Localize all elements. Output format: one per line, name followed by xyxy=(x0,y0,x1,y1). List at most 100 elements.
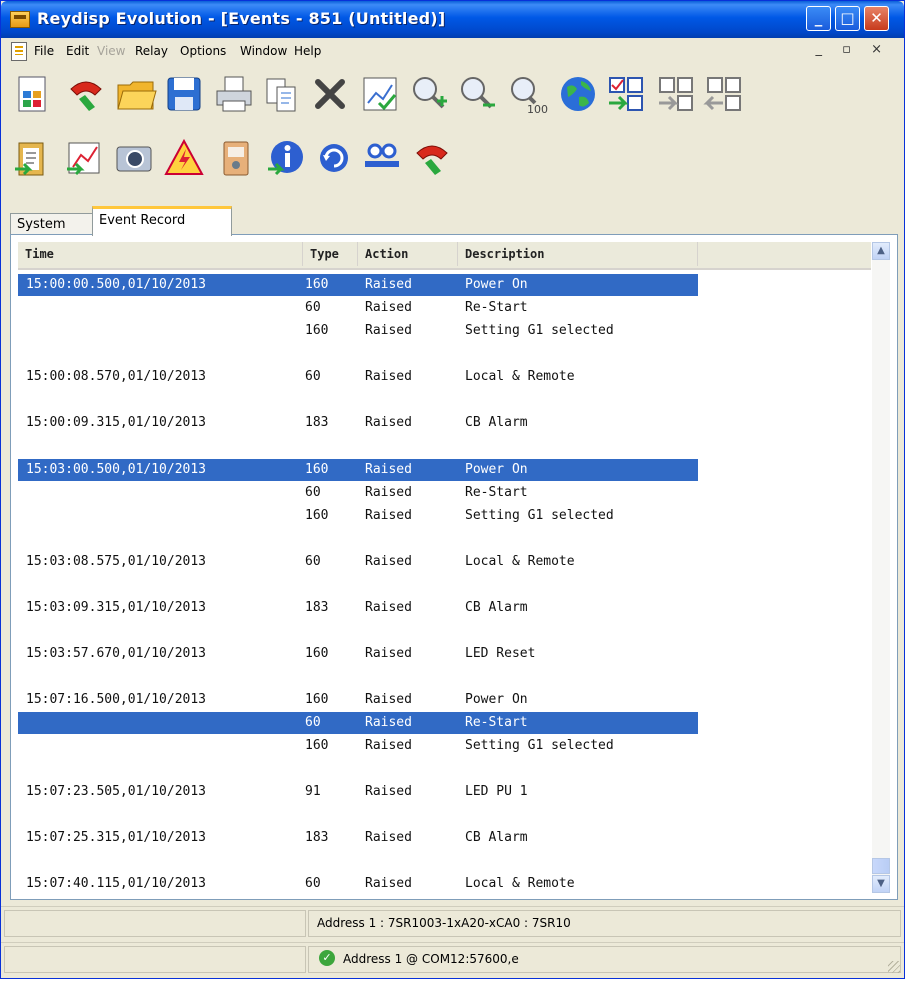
scroll-up-button[interactable]: ▲ xyxy=(872,242,890,260)
table-row[interactable]: 15:00:00.500,01/10/2013 160 Raised Power On xyxy=(18,274,698,296)
save-icon[interactable] xyxy=(163,73,205,115)
tab-system[interactable]: System xyxy=(10,213,93,235)
cell-description: Setting G1 selected xyxy=(465,323,614,338)
cell-action: Raised xyxy=(365,784,412,799)
cell-description: Power On xyxy=(465,462,528,477)
table-row[interactable]: 160 Raised Setting G1 selected xyxy=(18,735,698,757)
column-header-action[interactable]: Action xyxy=(358,242,458,266)
cell-action: Raised xyxy=(365,715,412,730)
column-header-time[interactable]: Time xyxy=(18,242,303,266)
column-header-description[interactable]: Description xyxy=(458,242,698,266)
menu-help[interactable]: Help xyxy=(294,44,321,58)
status-pane-empty xyxy=(4,946,306,973)
table-row[interactable]: 160 Raised Setting G1 selected xyxy=(18,505,698,527)
cell-time: 15:07:40.115,01/10/2013 xyxy=(26,876,207,891)
camera-icon[interactable] xyxy=(113,137,155,179)
document-icon[interactable] xyxy=(11,42,27,61)
zoom-in-icon[interactable] xyxy=(409,73,451,115)
cell-type: 60 xyxy=(305,715,321,730)
connect-phone-icon[interactable] xyxy=(411,137,453,179)
cell-time: 15:03:00.500,01/10/2013 xyxy=(26,462,207,477)
meter-icon[interactable] xyxy=(215,137,257,179)
cell-type: 160 xyxy=(305,277,329,292)
resize-grip-icon[interactable] xyxy=(888,961,900,973)
copy-icon[interactable] xyxy=(261,73,303,115)
cell-action: Raised xyxy=(365,485,412,500)
refresh-icon[interactable] xyxy=(313,137,355,179)
table-row[interactable]: 15:07:16.500,01/10/2013 160 Raised Power On xyxy=(18,689,698,711)
users-icon[interactable] xyxy=(361,137,403,179)
cell-time: 15:03:09.315,01/10/2013 xyxy=(26,600,207,615)
table-row[interactable]: 60 Raised Re-Start xyxy=(18,297,698,319)
open-folder-icon[interactable] xyxy=(115,73,157,115)
app-icon[interactable] xyxy=(10,11,30,28)
cell-type: 91 xyxy=(305,784,321,799)
warning-icon[interactable] xyxy=(163,137,205,179)
close-button[interactable]: ✕ xyxy=(864,6,889,31)
menu-relay[interactable]: Relay xyxy=(135,44,168,58)
cell-description: Setting G1 selected xyxy=(465,738,614,753)
table-row[interactable]: 60 Raised Re-Start xyxy=(18,482,698,504)
chart-icon[interactable] xyxy=(63,137,105,179)
cell-description: LED Reset xyxy=(465,646,536,661)
table-row[interactable]: 15:07:40.115,01/10/2013 60 Raised Local & R… xyxy=(18,873,698,893)
cell-action: Raised xyxy=(365,692,412,707)
cell-description: Local & Remote xyxy=(465,554,575,569)
menu-window[interactable]: Window xyxy=(240,44,287,58)
cell-time: 15:00:00.500,01/10/2013 xyxy=(26,277,207,292)
cell-action: Raised xyxy=(365,300,412,315)
table-row[interactable]: 15:03:09.315,01/10/2013 183 Raised CB Alarm xyxy=(18,597,698,619)
table-row[interactable]: 15:07:25.315,01/10/2013 183 Raised CB Alarm xyxy=(18,827,698,849)
zoom-out-icon[interactable] xyxy=(457,73,499,115)
print-icon[interactable] xyxy=(213,73,255,115)
relay-settings-icon[interactable] xyxy=(11,73,53,115)
cell-type: 183 xyxy=(305,600,329,615)
globe-icon[interactable] xyxy=(557,73,599,115)
grid-receive-icon[interactable] xyxy=(703,73,745,115)
cell-time: 15:00:09.315,01/10/2013 xyxy=(26,415,207,430)
zoom-100-icon[interactable]: 100 xyxy=(507,73,549,116)
grid-send-icon[interactable] xyxy=(655,73,697,115)
disconnect-phone-icon[interactable] xyxy=(65,73,107,115)
minimize-button[interactable]: _ xyxy=(806,6,831,31)
table-row[interactable]: 15:07:23.505,01/10/2013 91 Raised LED PU 1 xyxy=(18,781,698,803)
table-row[interactable]: 60 Raised Re-Start xyxy=(18,712,698,734)
cell-action: Raised xyxy=(365,415,412,430)
app-window: Reydisp Evolution - [Events - 851 (Untit… xyxy=(0,0,905,979)
cell-description: Re-Start xyxy=(465,485,528,500)
cell-time: 15:07:25.315,01/10/2013 xyxy=(26,830,207,845)
table-row[interactable]: 160 Raised Setting G1 selected xyxy=(18,320,698,342)
table-row[interactable]: 15:03:08.575,01/10/2013 60 Raised Local & R… xyxy=(18,551,698,573)
cell-description: Local & Remote xyxy=(465,876,575,891)
svg-text:100: 100 xyxy=(527,103,548,115)
info-icon[interactable] xyxy=(265,137,307,179)
toolbar: 100 xyxy=(1,65,904,207)
cell-type: 60 xyxy=(305,876,321,891)
cell-type: 160 xyxy=(305,323,329,338)
table-header: Time Type Action Description xyxy=(18,242,871,270)
maximize-button[interactable]: □ xyxy=(835,6,860,31)
table-row[interactable]: 15:00:09.315,01/10/2013 183 Raised CB Alarm xyxy=(18,412,698,434)
tab-event-record[interactable]: Event Record xyxy=(92,206,232,236)
connected-check-icon: ✓ xyxy=(319,950,335,966)
title-bar[interactable]: Reydisp Evolution - [Events - 851 (Untit… xyxy=(1,1,904,38)
table-row[interactable]: 15:00:08.570,01/10/2013 60 Raised Local & R… xyxy=(18,366,698,388)
menu-file[interactable]: File xyxy=(34,44,54,58)
grid-check-icon[interactable] xyxy=(605,73,647,115)
scroll-thumb[interactable] xyxy=(872,858,890,874)
delete-icon[interactable] xyxy=(309,73,351,115)
menu-edit[interactable]: Edit xyxy=(66,44,89,58)
scroll-down-button[interactable]: ▼ xyxy=(872,875,890,893)
graph-check-icon[interactable] xyxy=(359,73,401,115)
clipboard-icon[interactable] xyxy=(11,137,53,179)
cell-time: 15:00:08.570,01/10/2013 xyxy=(26,369,207,384)
mdi-window-controls[interactable]: _ ▫ × xyxy=(816,42,890,57)
menu-options[interactable]: Options xyxy=(180,44,226,58)
cell-type: 160 xyxy=(305,508,329,523)
vertical-scrollbar[interactable]: ▲ ▼ xyxy=(872,242,890,893)
column-header-type[interactable]: Type xyxy=(303,242,358,266)
cell-action: Raised xyxy=(365,277,412,292)
table-row[interactable]: 15:03:00.500,01/10/2013 160 Raised Power On xyxy=(18,459,698,481)
event-record-panel: Time Type Action Description 15:00:00.50… xyxy=(10,234,898,900)
table-row[interactable]: 15:03:57.670,01/10/2013 160 Raised LED Rese… xyxy=(18,643,698,665)
